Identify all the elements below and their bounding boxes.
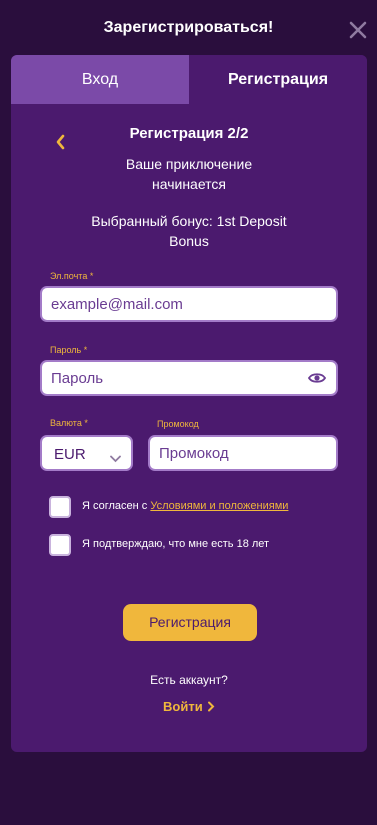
email-field-wrapper: [40, 286, 338, 322]
have-account-text: Есть аккаунт?: [150, 673, 228, 687]
subtitle: Ваше приключение начинается: [125, 156, 253, 192]
promo-field-wrapper: [148, 435, 338, 471]
promo-label: Промокод: [157, 419, 199, 429]
tab-login[interactable]: Вход: [11, 55, 189, 104]
login-link-label: Войти: [163, 699, 203, 714]
register-button[interactable]: Регистрация: [123, 604, 257, 641]
password-field[interactable]: [42, 362, 336, 394]
selected-bonus: Выбранный бонус: 1st Deposit Bonus: [91, 213, 287, 249]
login-link[interactable]: Войти: [163, 699, 215, 714]
terms-prefix: Я согласен с: [82, 500, 151, 512]
password-field-wrapper: [40, 360, 338, 396]
terms-link[interactable]: Условиями и положениями: [150, 500, 288, 512]
modal-title: Зарегистрироваться!: [103, 19, 274, 36]
age-checkbox[interactable]: [49, 534, 71, 556]
step-title: Регистрация 2/2: [129, 125, 249, 142]
chevron-down-icon: [110, 450, 121, 463]
eye-icon[interactable]: [307, 371, 327, 385]
auth-tabs: Вход Регистрация: [11, 55, 367, 104]
tab-register[interactable]: Регистрация: [189, 55, 367, 104]
registration-card: Вход Регистрация Регистрация 2/2 Ваше пр…: [11, 55, 367, 752]
modal-header: Зарегистрироваться!: [0, 0, 377, 56]
email-label: Эл.почта *: [50, 271, 94, 281]
close-icon[interactable]: [347, 19, 369, 41]
terms-text: Я согласен с Условиями и положениями: [82, 500, 288, 512]
password-label: Пароль *: [50, 345, 88, 355]
currency-value: EUR: [54, 446, 86, 463]
chevron-right-icon: [207, 701, 215, 712]
currency-label: Валюта *: [50, 418, 88, 428]
terms-checkbox[interactable]: [49, 496, 71, 518]
email-field[interactable]: [42, 288, 336, 320]
promo-field[interactable]: [150, 437, 336, 469]
currency-select[interactable]: EUR: [40, 435, 133, 471]
age-text: Я подтверждаю, что мне есть 18 лет: [82, 538, 270, 550]
